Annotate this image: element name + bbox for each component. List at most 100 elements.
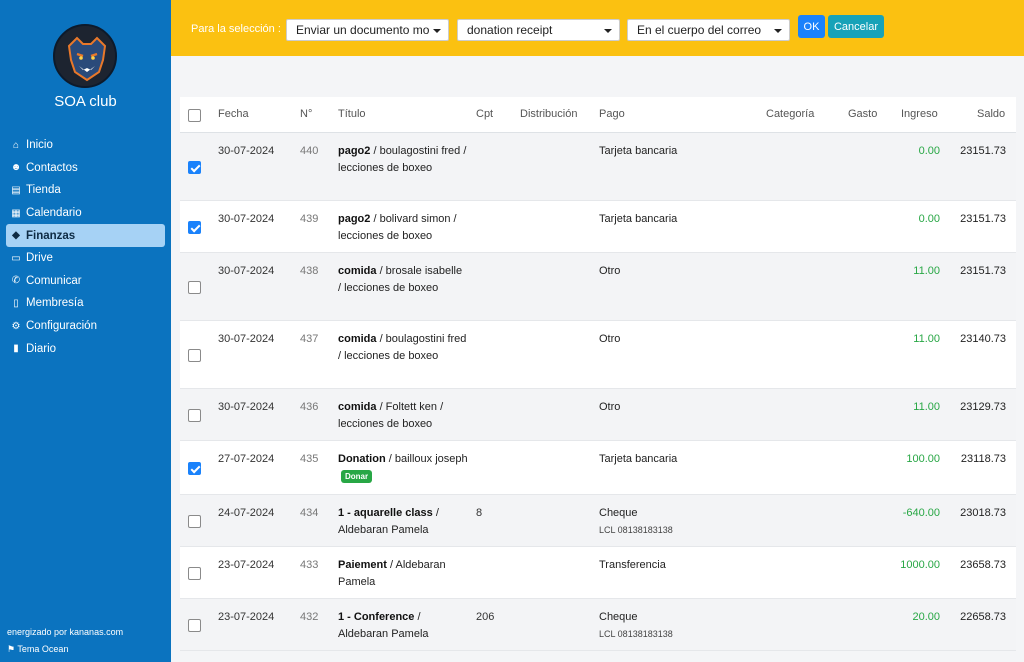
row-payment-method: Cheque (599, 507, 638, 519)
row-number: 439 (300, 213, 319, 225)
document-select-value: donation receipt (467, 23, 553, 37)
row-title-detail: / bailloux joseph (385, 453, 468, 465)
row-payment: Transferencia (599, 557, 666, 574)
row-title[interactable]: comida / boulagostini fred / lecciones d… (338, 331, 468, 365)
selection-label: Para la selección : (191, 23, 281, 35)
table-row[interactable]: 27-07-2024 435 Donation / bailloux josep… (180, 441, 1016, 495)
header-fecha[interactable]: Fecha (218, 108, 249, 120)
action-select[interactable]: Enviar un documento mo (286, 19, 449, 41)
sidebar-item-label: Configuración (26, 320, 97, 333)
sidebar-item-inicio[interactable]: ⌂ Inicio (6, 134, 165, 157)
row-checkbox[interactable] (188, 567, 201, 580)
row-income: 20.00 (912, 611, 940, 623)
row-checkbox[interactable] (188, 619, 201, 632)
table-row[interactable]: 24-07-2024 434 1 - aquarelle class / Ald… (180, 495, 1016, 547)
row-title[interactable]: Donation / bailloux joseph Donar (338, 451, 468, 485)
sidebar-item-calendario[interactable]: ▦ Calendario (6, 202, 165, 225)
row-title-main: pago2 (338, 213, 371, 225)
row-checkbox[interactable] (188, 515, 201, 528)
sidebar-item-label: Tienda (26, 184, 61, 197)
table-row[interactable]: 30-07-2024 437 comida / boulagostini fre… (180, 321, 1016, 389)
table-row[interactable]: 30-07-2024 440 pago2 / boulagostini fred… (180, 133, 1016, 201)
select-all-checkbox[interactable] (188, 109, 201, 122)
theme-label: Tema Ocean (17, 644, 69, 654)
row-checkbox[interactable] (188, 161, 201, 174)
book-icon: ▮ (13, 343, 19, 355)
header-saldo[interactable]: Saldo (977, 108, 1005, 120)
sidebar-item-tienda[interactable]: ▤ Tienda (6, 179, 165, 202)
header-ingreso[interactable]: Ingreso (901, 108, 938, 120)
row-checkbox[interactable] (188, 221, 201, 234)
row-balance: 23658.73 (960, 559, 1006, 571)
cancel-button[interactable]: Cancelar (828, 15, 884, 38)
theme-link[interactable]: ⚑ Tema Ocean (7, 644, 68, 655)
table-row[interactable]: 30-07-2024 436 comida / Foltett ken / le… (180, 389, 1016, 441)
drive-icon: ▭ (11, 252, 21, 264)
location-select[interactable]: En el cuerpo del correo (627, 19, 790, 41)
row-payment-method: Otro (599, 401, 621, 413)
row-balance: 23129.73 (960, 401, 1006, 413)
sidebar-item-label: Membresía (26, 297, 84, 310)
club-logo[interactable] (53, 24, 117, 88)
sidebar-item-label: Comunicar (26, 274, 82, 287)
row-date: 23-07-2024 (218, 559, 275, 571)
header-cpt[interactable]: Cpt (476, 108, 493, 120)
chevron-down-icon (774, 29, 782, 33)
row-payment-bank: LCL 08138183138 (599, 525, 673, 535)
header-pago[interactable]: Pago (599, 108, 625, 120)
row-title[interactable]: comida / brosale isabelle / lecciones de… (338, 263, 468, 297)
store-icon: ▤ (11, 184, 21, 196)
calendar-icon: ▦ (11, 207, 21, 219)
row-title[interactable]: 1 - aquarelle class / Aldebaran Pamela (338, 505, 468, 539)
row-checkbox[interactable] (188, 281, 201, 294)
table-row[interactable]: 23-07-2024 433 Paiement / Aldebaran Pame… (180, 547, 1016, 599)
ok-button[interactable]: OK (798, 15, 825, 38)
row-title-main: comida (338, 401, 377, 413)
header-categoria[interactable]: Categoría (766, 108, 814, 120)
header-num[interactable]: N° (300, 108, 312, 120)
powered-by-link[interactable]: energizado por kananas.com (7, 627, 123, 637)
row-balance: 23118.73 (960, 453, 1006, 465)
sidebar-item-label: Finanzas (26, 229, 76, 242)
header-titulo[interactable]: Título (338, 108, 366, 120)
row-payment-method: Otro (599, 333, 621, 345)
row-title[interactable]: comida / Foltett ken / lecciones de boxe… (338, 399, 468, 433)
header-distribucion[interactable]: Distribución (520, 108, 577, 120)
sidebar-item-contactos[interactable]: ☻ Contactos (6, 157, 165, 180)
row-balance: 23151.73 (960, 145, 1006, 157)
row-checkbox[interactable] (188, 462, 201, 475)
row-title[interactable]: pago2 / bolivard simon / lecciones de bo… (338, 211, 468, 245)
row-checkbox[interactable] (188, 409, 201, 422)
row-number: 438 (300, 265, 319, 277)
sidebar-item-drive[interactable]: ▭ Drive (6, 247, 165, 270)
row-income: 11.00 (913, 401, 940, 413)
sidebar-item-configuracion[interactable]: ⚙ Configuración (6, 315, 165, 338)
row-date: 27-07-2024 (218, 453, 275, 465)
sidebar-item-membresia[interactable]: ▯ Membresía (6, 292, 165, 315)
row-payment: Otro (599, 331, 620, 348)
row-title[interactable]: Paiement / Aldebaran Pamela (338, 557, 468, 591)
row-number: 437 (300, 333, 319, 345)
sidebar-item-comunicar[interactable]: ✆ Comunicar (6, 270, 165, 293)
row-title[interactable]: 1 - Conference / Aldebaran Pamela (338, 609, 468, 643)
row-cpt: 8 (476, 507, 483, 519)
row-balance: 23140.73 (960, 333, 1006, 345)
bear-logo-icon (55, 26, 115, 86)
table-row[interactable]: 30-07-2024 438 comida / brosale isabelle… (180, 253, 1016, 321)
header-gasto[interactable]: Gasto (848, 108, 877, 120)
table-row[interactable]: 30-07-2024 439 pago2 / bolivard simon / … (180, 201, 1016, 253)
door-icon: ▯ (13, 297, 19, 309)
sidebar-item-finanzas[interactable]: ◆ Finanzas (6, 224, 165, 247)
row-payment-bank: LCL 08138183138 (599, 629, 673, 639)
home-icon: ⌂ (12, 139, 20, 151)
table-row[interactable]: 23-07-2024 432 1 - Conference / Aldebara… (180, 599, 1016, 651)
row-payment: Otro (599, 399, 620, 416)
row-cpt: 206 (476, 611, 495, 623)
row-date: 30-07-2024 (218, 213, 275, 225)
row-payment: Tarjeta bancaria (599, 211, 677, 228)
sidebar-item-diario[interactable]: ▮ Diario (6, 337, 165, 360)
row-title[interactable]: pago2 / boulagostini fred / lecciones de… (338, 143, 468, 177)
row-title-main: comida (338, 333, 377, 345)
document-select[interactable]: donation receipt (457, 19, 620, 41)
row-checkbox[interactable] (188, 349, 201, 362)
